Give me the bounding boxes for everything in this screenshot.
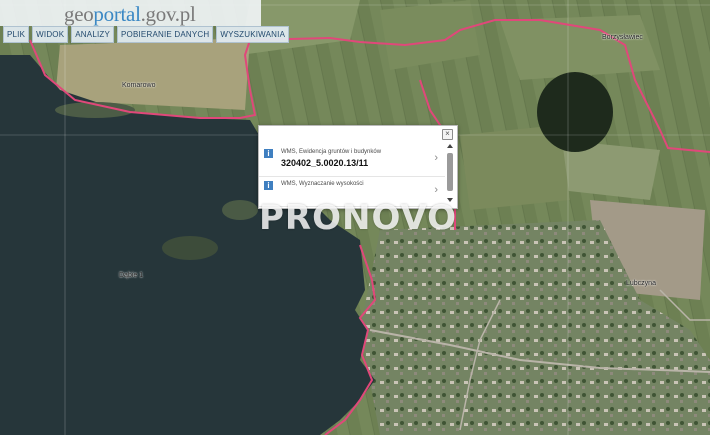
main-menu: PLIK WIDOK ANALIZY POBIERANIE DANYCH WYS…: [0, 26, 290, 43]
reed-island: [222, 200, 258, 220]
feature-info-popup: × i WMS, Ewidencja gruntów i budynków 32…: [258, 125, 458, 209]
menu-item-plik[interactable]: PLIK: [3, 26, 30, 43]
popup-scrollbar[interactable]: [446, 142, 454, 204]
watermark-text: PRONOVO: [259, 198, 458, 238]
info-icon: i: [264, 149, 273, 158]
row-parcel-id: 320402_5.0020.13/11: [281, 158, 369, 168]
reed-island: [162, 236, 218, 260]
forest-patch: [537, 72, 613, 152]
menu-item-wyszukiwania[interactable]: WYSZUKIWANIA: [216, 26, 290, 43]
popup-result-row[interactable]: i WMS, Ewidencja gruntów i budynków 3204…: [259, 146, 445, 177]
logo-geo: geo: [64, 2, 94, 26]
place-label-top-right: Borzysławiec: [602, 34, 643, 41]
logo-gov: .gov.pl: [140, 2, 196, 26]
field-patch: [500, 15, 660, 80]
logo-portal: portal: [93, 2, 141, 26]
popup-header: ×: [259, 126, 457, 140]
place-label-komarowo: Komarowo: [122, 82, 156, 89]
scroll-up-arrow-icon[interactable]: [447, 144, 453, 148]
chevron-right-icon[interactable]: ›: [434, 152, 438, 164]
menu-item-widok[interactable]: WIDOK: [32, 26, 69, 43]
geoportal-logo[interactable]: geoportal.gov.pl: [64, 2, 196, 27]
close-icon[interactable]: ×: [442, 129, 453, 140]
chevron-right-icon[interactable]: ›: [434, 184, 438, 196]
app-header: geoportal.gov.pl: [0, 0, 261, 26]
place-label-lake: Dąbie 1: [119, 272, 144, 279]
row-source-label: WMS, Ewidencja gruntów i budynków: [281, 149, 382, 155]
menu-item-pobieranie-danych[interactable]: POBIERANIE DANYCH: [117, 26, 214, 43]
place-label-lubczyna: Lubczyna: [626, 280, 656, 287]
row-source-label: WMS, Wyznaczanie wysokości: [281, 181, 364, 187]
menu-item-analizy[interactable]: ANALIZY: [71, 26, 115, 43]
scroll-thumb[interactable]: [447, 153, 453, 191]
info-icon: i: [264, 181, 273, 190]
